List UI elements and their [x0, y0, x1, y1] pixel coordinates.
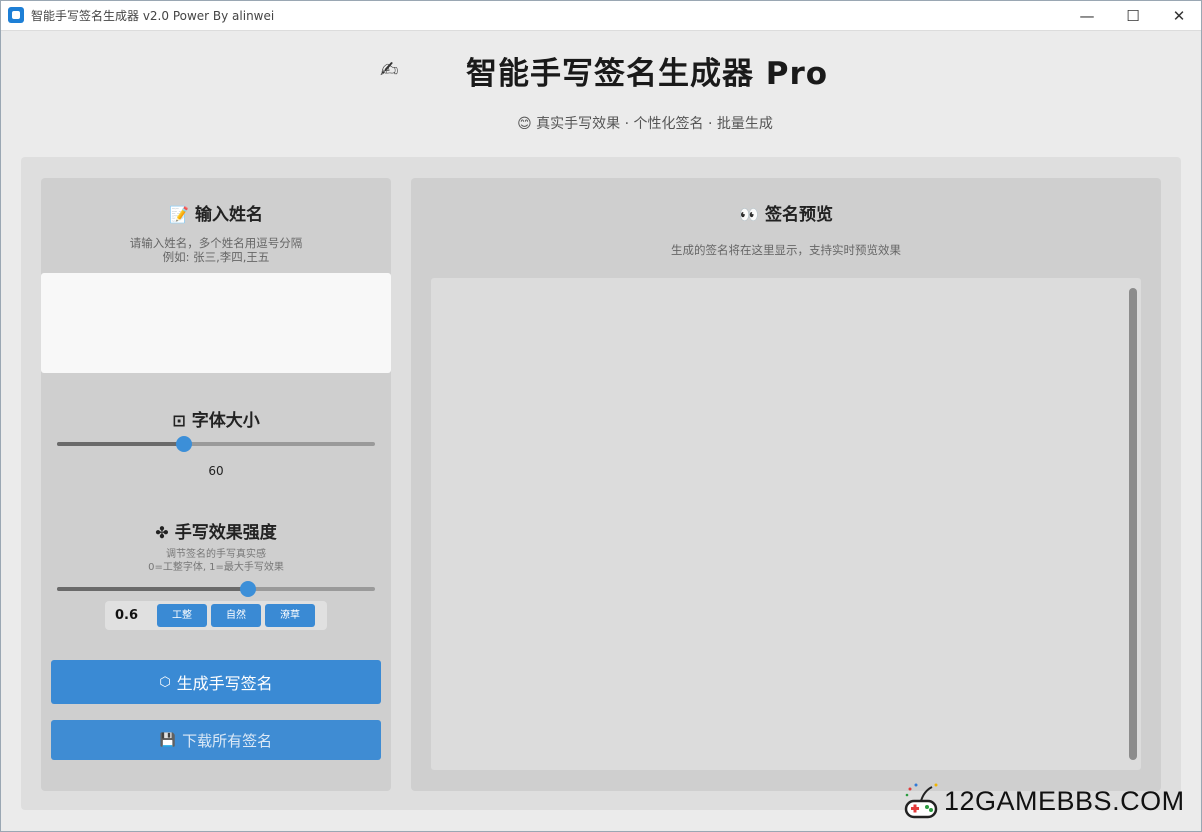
minimize-button[interactable]: — [1064, 0, 1110, 31]
preset-neat-button[interactable]: 工整 [157, 604, 207, 627]
preview-title: 👀 签名预览 [739, 205, 833, 225]
name-input[interactable] [41, 273, 391, 373]
name-hint-line1: 请输入姓名，多个姓名用逗号分隔 [129, 236, 303, 250]
preset-cursive-button[interactable]: 潦草 [265, 604, 315, 627]
name-hint-line2: 例如: 张三,李四,王五 [162, 250, 270, 264]
font-size-value: 60 [208, 464, 224, 478]
slider-thumb[interactable] [239, 581, 256, 597]
signature-preview-area[interactable] [431, 278, 1141, 770]
window-title: 智能手写签名生成器 v2.0 Power By alinwei [31, 8, 275, 23]
handwriting-hint-line2: 0=工整字体, 1=最大手写效果 [148, 562, 284, 573]
font-size-section-title: ⊡ 字体大小 [172, 411, 260, 431]
eyes-icon: 👀 [739, 205, 759, 224]
download-all-button[interactable]: 💾 下载所有签名 [51, 720, 381, 760]
close-button[interactable]: ✕ [1156, 0, 1202, 31]
page-title: 智能手写签名生成器 Pro [466, 56, 829, 92]
slider-fill [57, 587, 248, 591]
app-icon [8, 7, 24, 23]
handwriting-slider[interactable] [57, 581, 375, 597]
slider-thumb[interactable] [176, 436, 193, 452]
name-section-title: 📝 输入姓名 [169, 205, 263, 225]
preview-scrollbar[interactable] [1129, 288, 1137, 760]
handwriting-hint-line1: 调节签名的手写真实感 [166, 549, 266, 560]
preview-hint: 生成的签名将在这里显示，支持实时预览效果 [671, 243, 901, 257]
watermark-text: 12GAMEBBS.COM [944, 785, 1185, 816]
slider-fill [57, 442, 185, 446]
handwriting-value: 0.6 [115, 608, 139, 623]
generate-signature-button[interactable]: ⬡ 生成手写签名 [51, 660, 381, 704]
window-titlebar: 智能手写签名生成器 v2.0 Power By alinwei — ☐ ✕ [0, 0, 1202, 31]
watermark: 12GAMEBBS.COM [902, 778, 1185, 824]
page-subtitle: 😊 真实手写效果 · 个性化签名 · 批量生成 [517, 116, 773, 132]
signature-pen-icon: ✍ [380, 58, 399, 83]
floppy-disk-icon: 💾 [159, 732, 177, 748]
maximize-button[interactable]: ☐ [1110, 0, 1156, 31]
effect-icon: ✤ [155, 523, 169, 542]
memo-icon: 📝 [169, 205, 189, 224]
font-size-slider[interactable] [57, 436, 375, 452]
handwriting-section-title: ✤ 手写效果强度 [155, 523, 277, 543]
gamepad-logo-icon [902, 781, 940, 821]
preset-natural-button[interactable]: 自然 [211, 604, 261, 627]
cube-icon: ⬡ [159, 674, 171, 690]
font-size-icon: ⊡ [172, 411, 186, 430]
window-controls: — ☐ ✕ [1064, 0, 1202, 31]
